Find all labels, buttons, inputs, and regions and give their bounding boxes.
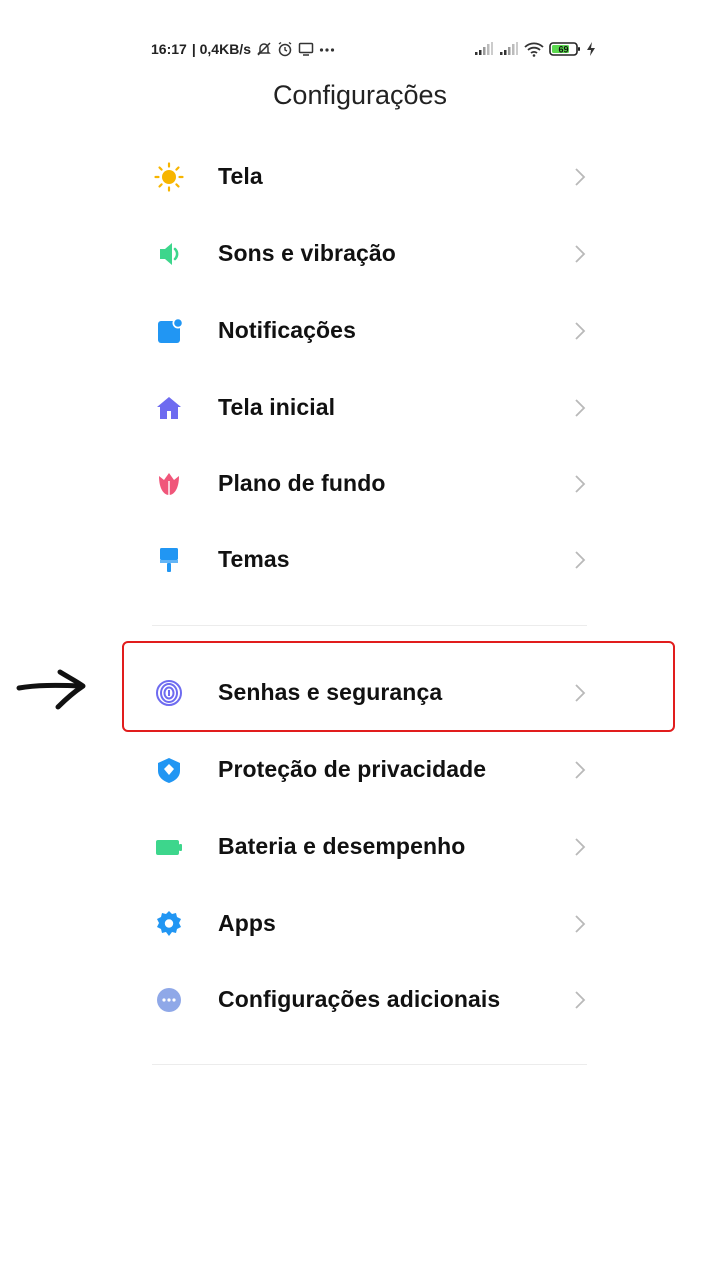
chevron-right-icon xyxy=(575,915,586,933)
settings-item-label: Sons e vibração xyxy=(218,240,396,266)
settings-item-label: Tela xyxy=(218,163,263,189)
settings-item-tela[interactable]: Tela xyxy=(0,138,720,215)
speaker-icon xyxy=(151,239,187,269)
settings-item-label: Configurações adicionais xyxy=(218,986,501,1012)
settings-item-label: Proteção de privacidade xyxy=(218,756,487,782)
more-dots-icon xyxy=(151,985,187,1015)
screen-icon xyxy=(298,41,314,57)
alarm-icon xyxy=(277,41,293,57)
highlight-box xyxy=(122,641,675,732)
home-icon xyxy=(151,393,187,423)
settings-item-label: Temas xyxy=(218,546,290,572)
shield-icon xyxy=(151,755,187,785)
chevron-right-icon xyxy=(575,761,586,779)
chevron-right-icon xyxy=(575,322,586,340)
wifi-icon xyxy=(524,41,544,57)
status-bar-left: 16:17 | 0,4KB/s xyxy=(151,41,335,57)
settings-item-label: Tela inicial xyxy=(218,394,336,420)
status-bar: 16:17 | 0,4KB/s 69 xyxy=(151,38,596,60)
settings-item-plano-de-fundo[interactable]: Plano de fundo xyxy=(0,445,720,522)
battery-icon xyxy=(151,832,187,862)
paintbrush-icon xyxy=(151,545,187,575)
charging-icon xyxy=(586,41,596,57)
chevron-right-icon xyxy=(575,991,586,1009)
chevron-right-icon xyxy=(575,168,586,186)
status-bar-right: 69 xyxy=(474,41,596,57)
settings-item-sons[interactable]: Sons e vibração xyxy=(0,215,720,292)
section-divider xyxy=(152,1064,587,1065)
settings-item-label: Plano de fundo xyxy=(218,470,386,496)
notification-icon xyxy=(151,316,187,346)
chevron-right-icon xyxy=(575,551,586,569)
chevron-right-icon xyxy=(575,475,586,493)
status-time: 16:17 xyxy=(151,41,187,57)
settings-item-label: Bateria e desempenho xyxy=(218,833,466,859)
settings-item-label: Apps xyxy=(218,910,276,936)
signal-icon xyxy=(499,42,519,56)
settings-item-apps[interactable]: Apps xyxy=(0,885,720,962)
status-network-speed: | 0,4KB/s xyxy=(191,41,251,57)
settings-item-temas[interactable]: Temas xyxy=(0,521,720,598)
gear-icon xyxy=(151,909,187,939)
section-divider xyxy=(152,625,587,626)
more-dots-icon xyxy=(319,41,335,57)
settings-item-tela-inicial[interactable]: Tela inicial xyxy=(0,369,720,446)
bell-muted-icon xyxy=(256,41,272,57)
settings-item-bateria-e-desempenho[interactable]: Bateria e desempenho xyxy=(0,808,720,885)
settings-item-label: Notificações xyxy=(218,317,356,343)
battery-level: 69 xyxy=(558,45,568,55)
settings-item-configuracoes-adicionais[interactable]: Configurações adicionais xyxy=(0,961,720,1038)
arrow-right-icon xyxy=(16,669,86,710)
tulip-icon xyxy=(151,469,187,499)
page-title: Configurações xyxy=(272,80,448,110)
chevron-right-icon xyxy=(575,245,586,263)
settings-item-notificacoes[interactable]: Notificações xyxy=(0,292,720,369)
brightness-icon xyxy=(151,162,187,192)
settings-item-protecao-de-privacidade[interactable]: Proteção de privacidade xyxy=(0,731,720,808)
chevron-right-icon xyxy=(575,838,586,856)
signal-icon xyxy=(474,42,494,56)
battery-icon: 69 xyxy=(549,41,581,57)
chevron-right-icon xyxy=(575,399,586,417)
